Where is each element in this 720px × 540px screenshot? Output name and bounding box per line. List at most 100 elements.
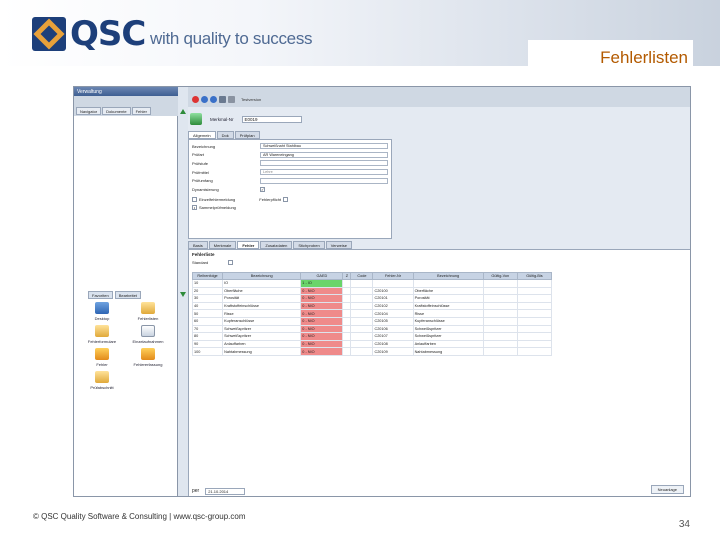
table-row[interactable]: 50 Risse 0 - NIO C20104 Risse xyxy=(191,309,553,318)
col-header[interactable]: Gültig-Von xyxy=(482,272,518,280)
valid-from-cell[interactable] xyxy=(482,301,518,311)
z-cell[interactable] xyxy=(342,294,352,303)
seq-cell[interactable]: 50 xyxy=(191,309,224,318)
rating-cell[interactable]: 0 - NIO xyxy=(300,339,344,349)
app-pruefabschnitt[interactable]: Prüfabschnitt xyxy=(82,371,122,390)
z-cell[interactable] xyxy=(342,332,352,341)
app-fehlererfassung[interactable]: Fehlererfassung xyxy=(128,348,168,367)
pruefstufe-field[interactable] xyxy=(260,160,388,167)
col-header[interactable]: Gültig-Bis xyxy=(516,272,553,280)
seq-cell[interactable]: 30 xyxy=(191,294,224,303)
valid-from-cell[interactable] xyxy=(482,347,518,356)
fehler-name-cell[interactable]: Kupferanschlüsse xyxy=(412,316,484,326)
fehler-name-cell[interactable]: Schweißspritzer xyxy=(412,324,484,334)
col-header[interactable]: Fehler-Nr xyxy=(372,272,414,280)
pruefumfang-field[interactable] xyxy=(260,177,388,184)
tab-verweise[interactable]: Verweise xyxy=(325,241,352,249)
fehler-name-cell[interactable]: Kraftstoffeinschlüsse xyxy=(412,301,484,311)
z-cell[interactable] xyxy=(342,279,352,288)
seq-cell[interactable]: 20 xyxy=(191,286,224,296)
code-cell[interactable] xyxy=(350,294,374,303)
valid-to-cell[interactable] xyxy=(516,347,553,356)
left-tab-navigator[interactable]: Navigator xyxy=(76,107,102,115)
col-header[interactable]: Z xyxy=(342,272,352,280)
print-icon[interactable] xyxy=(228,95,235,103)
valid-to-cell[interactable] xyxy=(516,339,553,349)
name-cell[interactable]: Kupferanschlüsse xyxy=(222,316,302,326)
valid-to-cell[interactable] xyxy=(516,301,553,311)
fehler-nr-cell[interactable]: C20105 xyxy=(372,316,414,326)
fehler-nr-cell[interactable]: C20108 xyxy=(372,339,414,349)
valid-from-cell[interactable] xyxy=(482,332,518,341)
seq-cell[interactable]: 40 xyxy=(191,301,224,311)
tab-basis[interactable]: Basis xyxy=(188,241,208,249)
valid-from-cell[interactable] xyxy=(482,279,518,288)
app-fehler[interactable]: Fehler xyxy=(82,348,122,367)
app-desktop[interactable]: Desktop xyxy=(82,302,122,321)
tab-allgemein[interactable]: Allgemein xyxy=(188,131,216,139)
table-row[interactable]: 90 Anlauffarben 0 - NIO C20108 Anlauffarben xyxy=(191,339,553,349)
table-row[interactable]: 20 Oberfläche 0 - NIO C20100 Oberfläche xyxy=(191,286,553,296)
z-cell[interactable] xyxy=(342,286,352,296)
left-tab-favoriten[interactable]: Favoriten xyxy=(88,291,113,299)
valid-from-cell[interactable] xyxy=(482,324,518,334)
fehler-nr-cell[interactable]: C20109 xyxy=(372,347,414,356)
valid-to-cell[interactable] xyxy=(516,286,553,296)
new-record-button[interactable]: Neuanlage xyxy=(650,485,684,494)
tab-dok[interactable]: Dok xyxy=(216,131,234,139)
z-cell[interactable] xyxy=(342,309,352,318)
fehler-name-cell[interactable]: Porosität xyxy=(412,294,484,303)
app-einzelaufnahmen[interactable]: Einzelaufnahmen xyxy=(128,325,168,344)
fehler-name-cell[interactable]: Anlauffarben xyxy=(412,339,484,349)
close-icon[interactable] xyxy=(192,95,199,103)
z-cell[interactable] xyxy=(342,324,352,334)
einzelfehler-radio[interactable] xyxy=(192,196,197,202)
rating-cell[interactable]: 1 - IO xyxy=(300,279,344,288)
code-cell[interactable] xyxy=(350,316,374,326)
valid-to-cell[interactable] xyxy=(516,279,553,288)
valid-from-cell[interactable] xyxy=(482,339,518,349)
fehler-name-cell[interactable]: Risse xyxy=(412,309,484,318)
fehler-name-cell[interactable]: Schweißspritzer xyxy=(412,332,484,341)
arrow-up-icon[interactable] xyxy=(180,109,186,114)
z-cell[interactable] xyxy=(342,301,352,311)
tab-pruefplan[interactable]: Prüfplan xyxy=(234,131,260,139)
fehler-name-cell[interactable]: Oberfläche xyxy=(412,286,484,296)
tab-fehler[interactable]: Fehler xyxy=(237,241,260,249)
table-row[interactable]: 100 Nahtabmessung 0 - NIO C20109 Nahtabmessu… xyxy=(191,347,553,356)
rating-cell[interactable]: 0 - NIO xyxy=(300,294,344,303)
code-cell[interactable] xyxy=(350,309,374,318)
valid-from-cell[interactable] xyxy=(482,316,518,326)
z-cell[interactable] xyxy=(342,316,352,326)
valid-to-cell[interactable] xyxy=(516,294,553,303)
name-cell[interactable]: Nahtabmessung xyxy=(222,347,302,356)
name-cell[interactable]: IO xyxy=(222,279,302,288)
rating-cell[interactable]: 0 - NIO xyxy=(300,347,344,356)
fehler-nr-cell[interactable] xyxy=(372,279,414,288)
valid-to-cell[interactable] xyxy=(516,309,553,318)
valid-from-cell[interactable] xyxy=(482,286,518,296)
code-cell[interactable] xyxy=(350,324,374,334)
table-row[interactable]: 80 Schweißspritzer 0 - NIO C20107 Schweißspr… xyxy=(191,332,553,341)
col-header[interactable]: Bezeichnung xyxy=(412,272,484,280)
col-header[interactable]: GAED xyxy=(300,272,344,280)
fehler-nr-cell[interactable]: C20107 xyxy=(372,332,414,341)
valid-from-cell[interactable] xyxy=(482,309,518,318)
arrow-down-icon[interactable] xyxy=(180,292,186,297)
valid-to-cell[interactable] xyxy=(516,332,553,341)
tab-zusatzdaten[interactable]: Zusatzdaten xyxy=(260,241,293,249)
sammel-radio[interactable]: • xyxy=(192,204,197,210)
table-row[interactable]: 70 Schweißspritzer 0 - NIO C20106 Schweißspr… xyxy=(191,324,553,334)
pruefmittel-field[interactable]: Lehre xyxy=(260,169,388,176)
table-row[interactable]: 30 Porosität 0 - NIO C20101 Porosität xyxy=(191,294,553,303)
fehlerpflicht-checkbox[interactable] xyxy=(283,196,289,202)
app-fehlerlisten[interactable]: Fehlerlisten xyxy=(128,302,168,321)
rating-cell[interactable]: 0 - NIO xyxy=(300,309,344,318)
date-field[interactable]: 21.10.2014 xyxy=(205,487,246,495)
standard-checkbox[interactable] xyxy=(228,260,234,265)
dyn-checkbox[interactable]: ✓ xyxy=(260,186,265,192)
code-cell[interactable] xyxy=(350,279,374,288)
name-cell[interactable]: Oberfläche xyxy=(222,286,302,296)
valid-from-cell[interactable] xyxy=(482,294,518,303)
bezeichnung-field[interactable]: Schweißnaht Stahlbau xyxy=(260,143,388,150)
